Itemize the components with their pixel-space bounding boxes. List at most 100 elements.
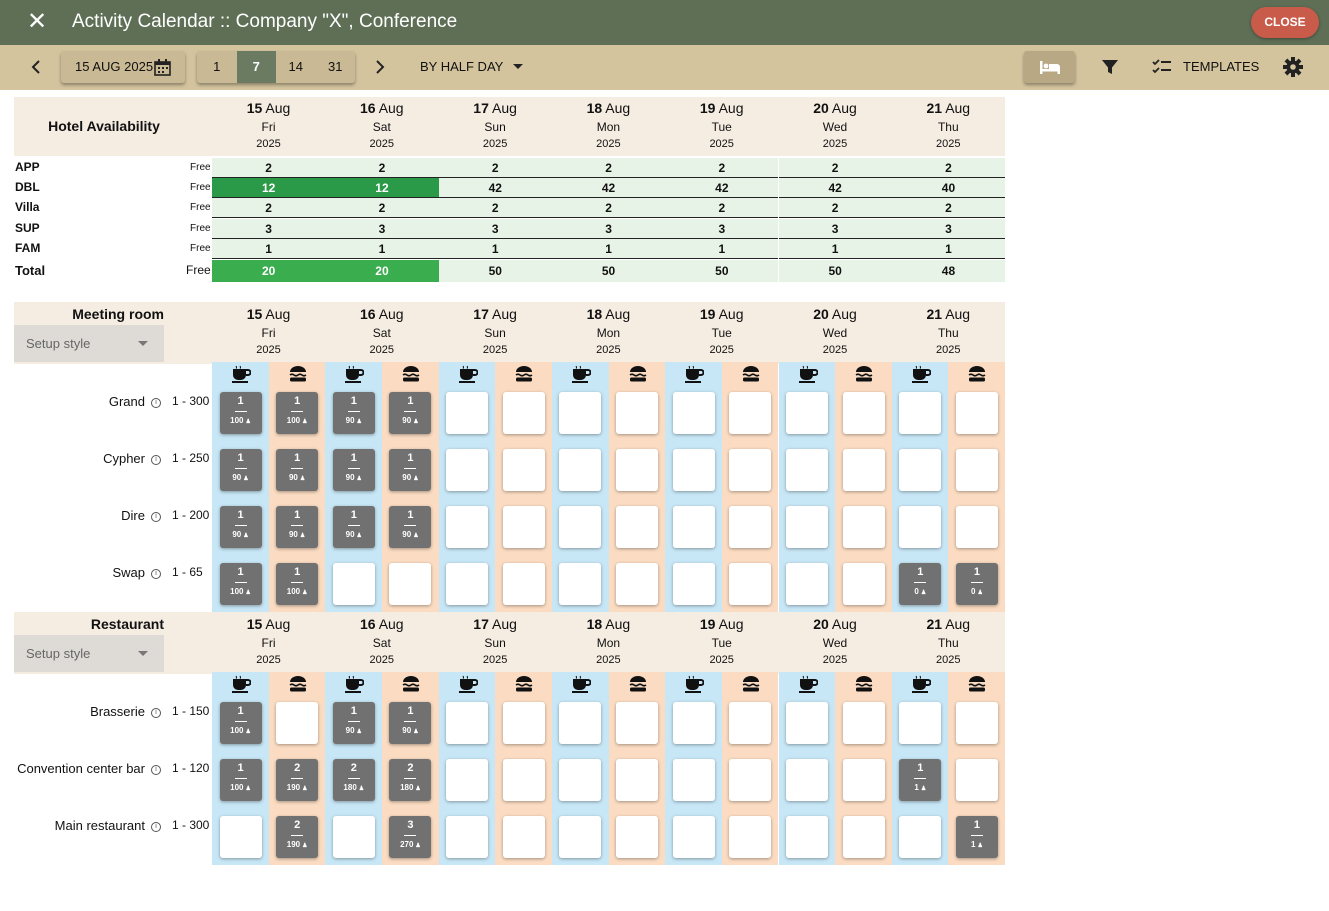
empty-slot[interactable]: [616, 563, 659, 605]
room-name[interactable]: Cypher: [14, 451, 145, 466]
empty-slot[interactable]: [559, 563, 602, 605]
close-icon[interactable]: ✕: [27, 10, 47, 34]
empty-slot[interactable]: [842, 702, 885, 744]
empty-slot[interactable]: [616, 702, 659, 744]
info-icon[interactable]: i: [151, 398, 161, 408]
booking-cell[interactable]: 3 270 ♟: [389, 816, 432, 858]
empty-slot[interactable]: [446, 449, 489, 491]
empty-slot[interactable]: [332, 816, 375, 858]
empty-slot[interactable]: [446, 816, 489, 858]
booking-cell[interactable]: 1 1 ♟: [899, 759, 942, 801]
empty-slot[interactable]: [729, 506, 772, 548]
booking-cell[interactable]: 1 100 ♟: [219, 563, 262, 605]
range-14[interactable]: 14: [276, 51, 316, 83]
booking-cell[interactable]: 1 100 ♟: [219, 392, 262, 434]
empty-slot[interactable]: [729, 816, 772, 858]
empty-slot[interactable]: [672, 816, 715, 858]
info-icon[interactable]: i: [151, 822, 161, 832]
room-name[interactable]: Dire: [14, 508, 145, 523]
hotel-toggle-button[interactable]: [1024, 51, 1075, 83]
empty-slot[interactable]: [502, 702, 545, 744]
empty-slot[interactable]: [446, 702, 489, 744]
empty-slot[interactable]: [559, 816, 602, 858]
booking-cell[interactable]: 1 90 ♟: [276, 506, 319, 548]
empty-slot[interactable]: [786, 392, 828, 434]
booking-cell[interactable]: 1 90 ♟: [276, 449, 319, 491]
empty-slot[interactable]: [672, 506, 715, 548]
empty-slot[interactable]: [502, 759, 545, 801]
granularity-dropdown[interactable]: BY HALF DAY: [420, 59, 523, 74]
range-7[interactable]: 7: [236, 51, 276, 83]
booking-cell[interactable]: 1 90 ♟: [389, 392, 432, 434]
empty-slot[interactable]: [955, 702, 998, 744]
empty-slot[interactable]: [842, 449, 885, 491]
empty-slot[interactable]: [672, 392, 715, 434]
close-button[interactable]: CLOSE: [1251, 7, 1319, 38]
empty-slot[interactable]: [955, 449, 998, 491]
empty-slot[interactable]: [219, 816, 262, 858]
empty-slot[interactable]: [276, 702, 319, 744]
booking-cell[interactable]: 1 100 ♟: [219, 702, 262, 744]
empty-slot[interactable]: [672, 449, 715, 491]
empty-slot[interactable]: [786, 702, 828, 744]
empty-slot[interactable]: [842, 506, 885, 548]
info-icon[interactable]: i: [151, 569, 161, 579]
empty-slot[interactable]: [559, 702, 602, 744]
empty-slot[interactable]: [559, 506, 602, 548]
empty-slot[interactable]: [729, 759, 772, 801]
empty-slot[interactable]: [446, 759, 489, 801]
booking-cell[interactable]: 1 100 ♟: [276, 392, 319, 434]
booking-cell[interactable]: 2 190 ♟: [276, 759, 319, 801]
setup-style-dropdown[interactable]: Setup style: [14, 635, 164, 672]
booking-cell[interactable]: 1 90 ♟: [332, 506, 375, 548]
empty-slot[interactable]: [502, 563, 545, 605]
empty-slot[interactable]: [502, 449, 545, 491]
info-icon[interactable]: i: [151, 455, 161, 465]
empty-slot[interactable]: [729, 563, 772, 605]
room-name[interactable]: Brasserie: [14, 704, 145, 719]
booking-cell[interactable]: 1 1 ♟: [955, 816, 998, 858]
empty-slot[interactable]: [842, 563, 885, 605]
empty-slot[interactable]: [899, 506, 942, 548]
booking-cell[interactable]: 2 180 ♟: [389, 759, 432, 801]
empty-slot[interactable]: [729, 449, 772, 491]
empty-slot[interactable]: [672, 759, 715, 801]
setup-style-dropdown[interactable]: Setup style: [14, 325, 164, 362]
empty-slot[interactable]: [616, 392, 659, 434]
gear-icon[interactable]: [1283, 57, 1303, 82]
booking-cell[interactable]: 1 90 ♟: [219, 506, 262, 548]
room-name[interactable]: Main restaurant: [14, 818, 145, 833]
empty-slot[interactable]: [502, 392, 545, 434]
empty-slot[interactable]: [502, 816, 545, 858]
empty-slot[interactable]: [616, 759, 659, 801]
empty-slot[interactable]: [786, 759, 828, 801]
booking-cell[interactable]: 1 90 ♟: [332, 702, 375, 744]
empty-slot[interactable]: [446, 563, 489, 605]
prev-icon[interactable]: [29, 57, 43, 81]
empty-slot[interactable]: [786, 506, 828, 548]
empty-slot[interactable]: [616, 506, 659, 548]
empty-slot[interactable]: [842, 759, 885, 801]
empty-slot[interactable]: [842, 816, 885, 858]
room-name[interactable]: Convention center bar: [14, 761, 145, 776]
room-name[interactable]: Grand: [14, 394, 145, 409]
templates-button[interactable]: TEMPLATES: [1152, 57, 1259, 77]
info-icon[interactable]: i: [151, 708, 161, 718]
empty-slot[interactable]: [559, 759, 602, 801]
empty-slot[interactable]: [955, 392, 998, 434]
filter-icon[interactable]: [1101, 58, 1119, 81]
empty-slot[interactable]: [786, 449, 828, 491]
booking-cell[interactable]: 2 180 ♟: [332, 759, 375, 801]
empty-slot[interactable]: [332, 563, 375, 605]
empty-slot[interactable]: [899, 449, 942, 491]
empty-slot[interactable]: [446, 506, 489, 548]
empty-slot[interactable]: [389, 563, 432, 605]
empty-slot[interactable]: [616, 449, 659, 491]
empty-slot[interactable]: [616, 816, 659, 858]
empty-slot[interactable]: [672, 702, 715, 744]
booking-cell[interactable]: 1 90 ♟: [389, 506, 432, 548]
room-name[interactable]: Swap: [14, 565, 145, 580]
empty-slot[interactable]: [729, 392, 772, 434]
empty-slot[interactable]: [899, 702, 942, 744]
booking-cell[interactable]: 1 0 ♟: [899, 563, 942, 605]
